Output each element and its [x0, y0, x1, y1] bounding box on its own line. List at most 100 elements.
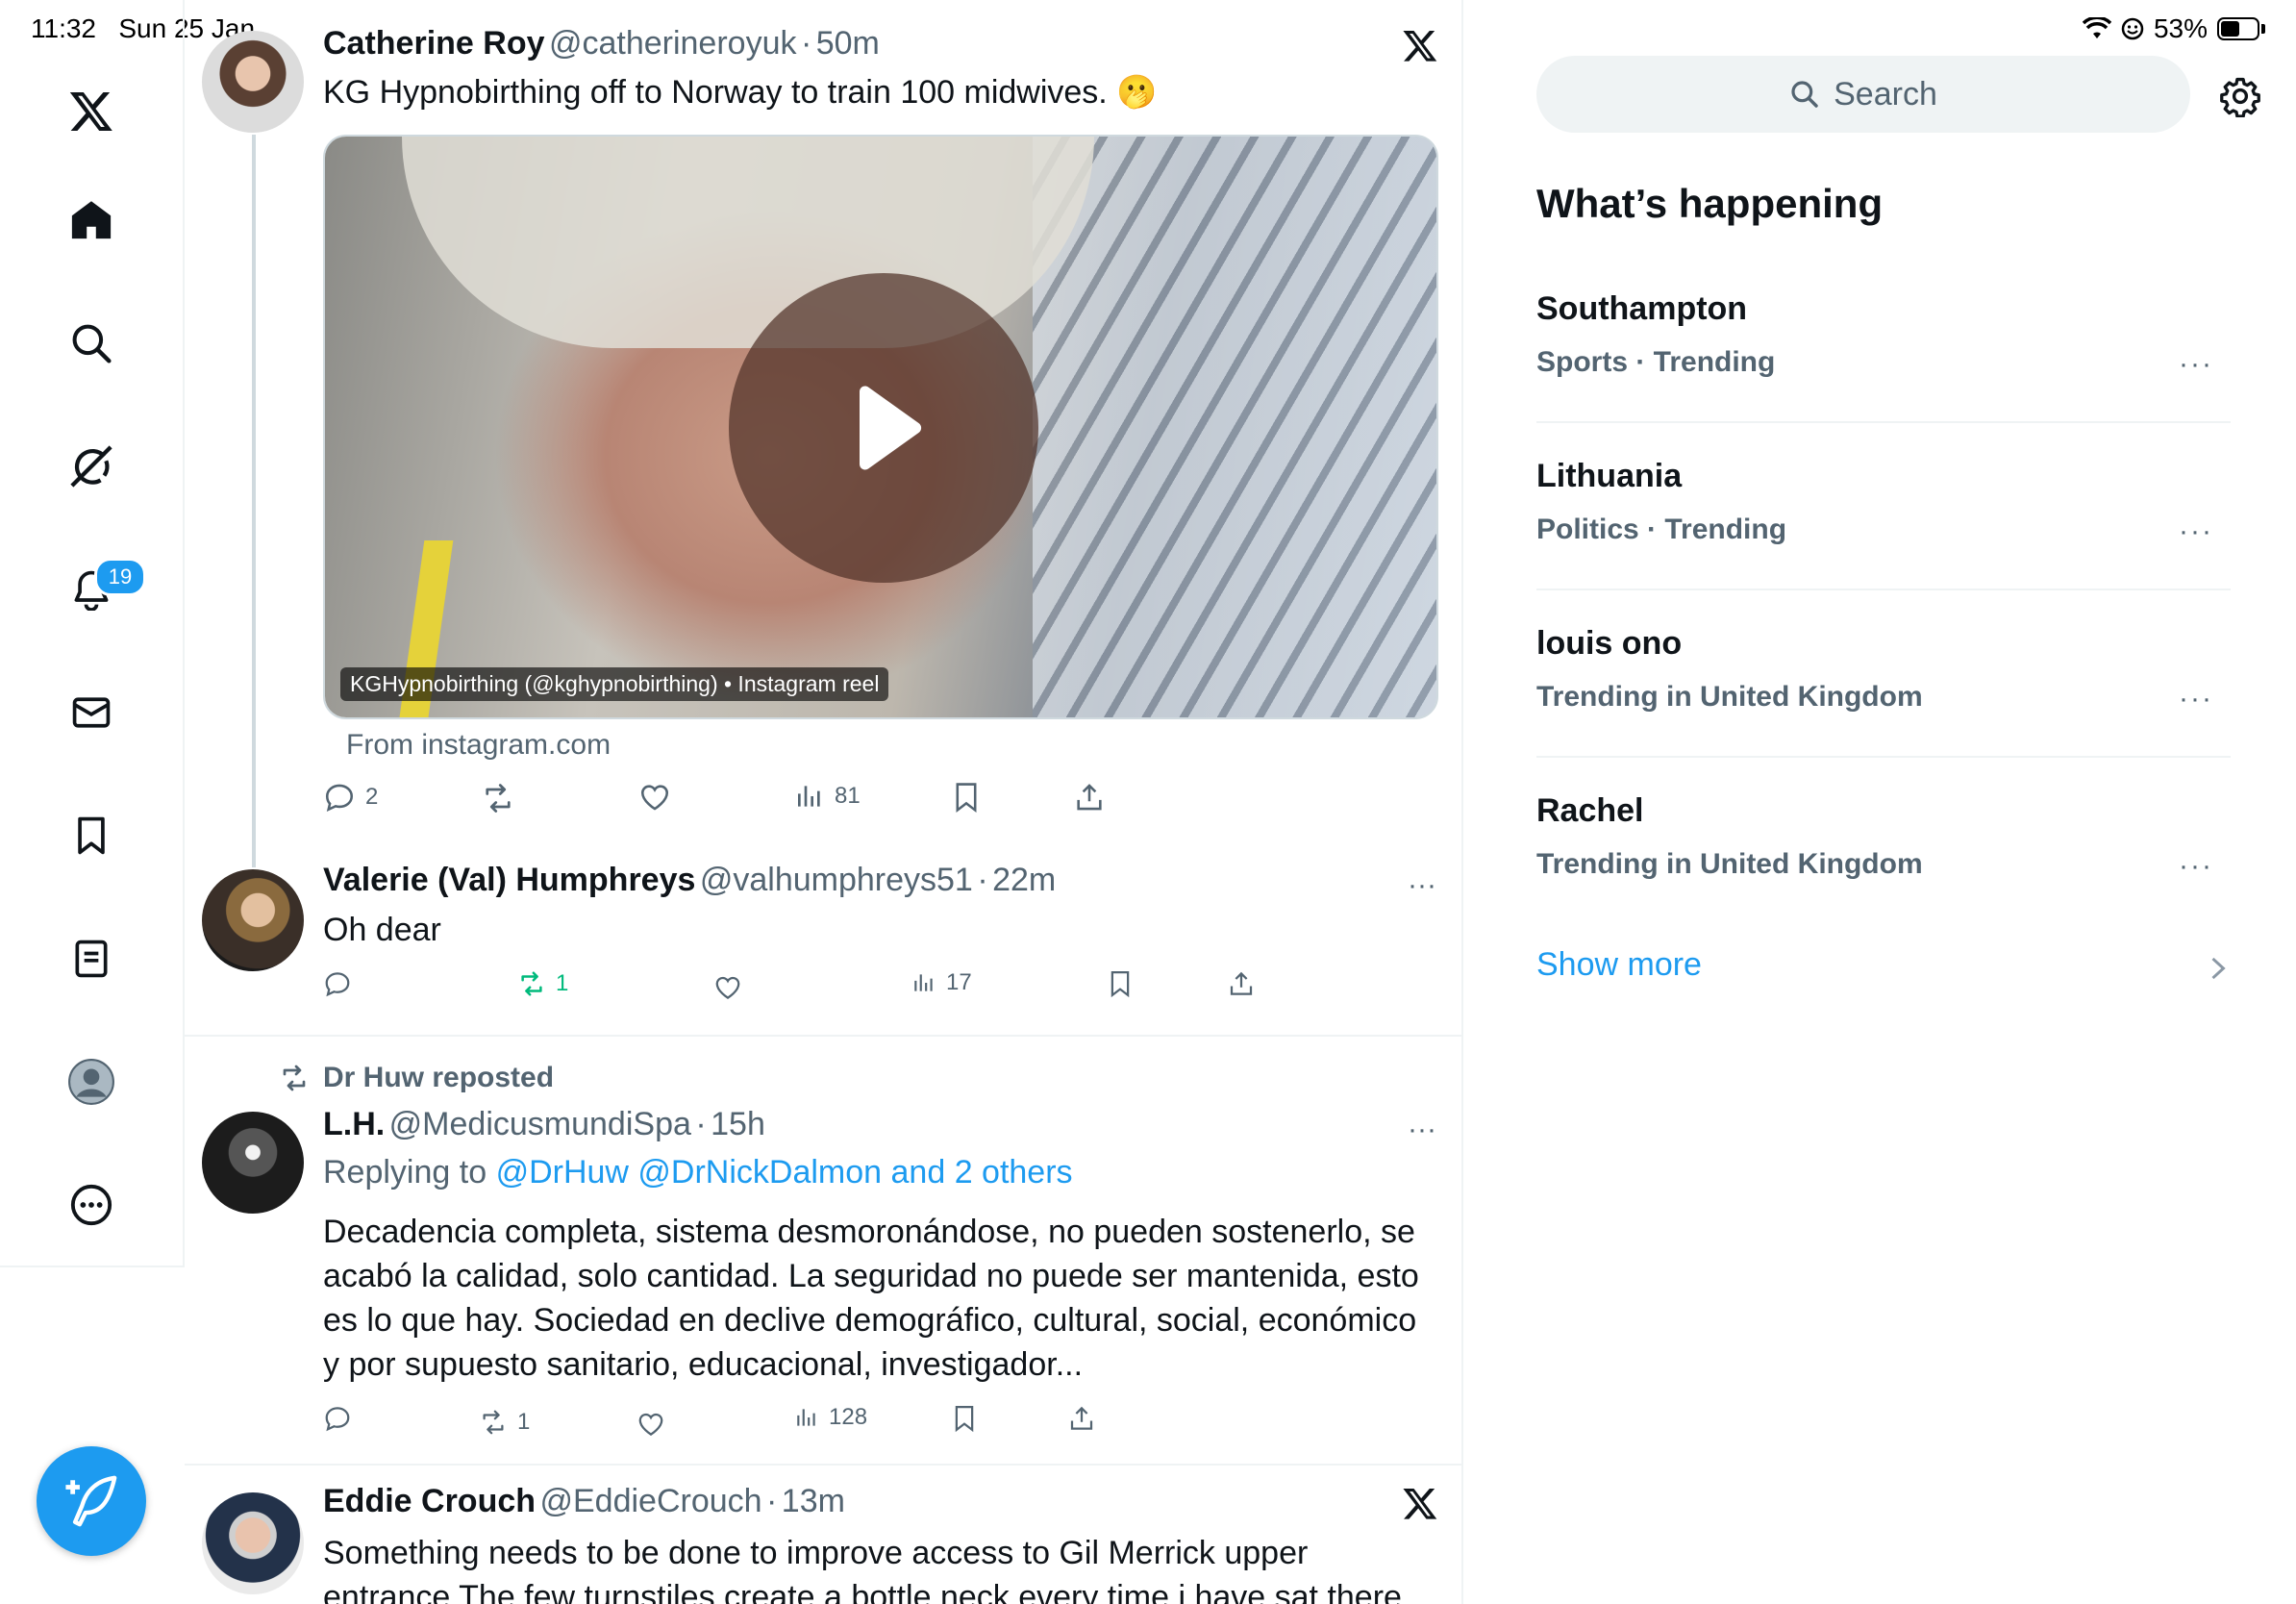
x-logo-icon[interactable]: [60, 79, 123, 142]
trend-context: Sports · Trending: [1536, 346, 1776, 378]
author-handle[interactable]: @EddieCrouch: [539, 1483, 761, 1519]
tweet-text: Decadencia completa, sistema desmoronánd…: [323, 1210, 1438, 1387]
tweet-header: Valerie (Val) Humphreys @valhumphreys51 …: [323, 862, 1056, 899]
search-icon[interactable]: [60, 312, 123, 375]
like-button[interactable]: [713, 973, 742, 1002]
reply-icon: [323, 969, 352, 998]
home-icon[interactable]: [60, 188, 123, 252]
more-options-icon[interactable]: ···: [2179, 515, 2213, 548]
heart-icon: [638, 781, 671, 814]
timestamp[interactable]: 13m: [782, 1483, 845, 1519]
reply-icon: [323, 1404, 352, 1433]
trend-item[interactable]: Southampton Sports · Trending ···: [1536, 256, 2231, 423]
repost-icon: [517, 969, 546, 998]
views-button[interactable]: 17: [911, 969, 972, 996]
like-button[interactable]: [636, 1410, 665, 1439]
trend-context: Politics · Trending: [1536, 514, 1787, 545]
author-handle[interactable]: @valhumphreys51: [700, 862, 973, 898]
repost-button[interactable]: 1: [479, 1408, 530, 1437]
grok-icon[interactable]: [60, 435, 123, 498]
video-card[interactable]: KGHypnobirthing (@kghypnobirthing) • Ins…: [323, 135, 1438, 719]
reply-button[interactable]: 2: [323, 781, 378, 814]
share-button[interactable]: [1227, 969, 1256, 998]
views-button[interactable]: 81: [794, 781, 861, 812]
bookmark-button[interactable]: [1106, 969, 1135, 998]
more-icon[interactable]: [60, 1173, 123, 1237]
avatar[interactable]: [202, 869, 304, 971]
x-logo-icon[interactable]: [1402, 27, 1438, 63]
trend-item[interactable]: Rachel Trending in United Kingdom ···: [1536, 758, 2231, 925]
play-button[interactable]: [729, 273, 1038, 583]
analytics-icon: [911, 970, 936, 995]
share-icon: [1073, 781, 1106, 814]
more-options-icon[interactable]: ···: [1408, 1114, 1436, 1146]
view-count: 81: [835, 783, 861, 809]
compose-button[interactable]: [37, 1446, 146, 1556]
battery-level: [2221, 21, 2239, 37]
author-name[interactable]: L.H.: [323, 1106, 385, 1142]
tweet-header: L.H. @MedicusmundiSpa · 15h: [323, 1106, 765, 1143]
bookmarks-icon[interactable]: [60, 804, 123, 867]
search-bar[interactable]: Search: [1536, 56, 2190, 133]
chevron-right-icon[interactable]: [2208, 956, 2229, 981]
trend-item[interactable]: louis ono Trending in United Kingdom ···: [1536, 590, 2231, 758]
video-source-label: KGHypnobirthing (@kghypnobirthing) • Ins…: [340, 667, 889, 701]
separator-dot: ·: [695, 1106, 707, 1142]
bookmark-icon: [1106, 969, 1135, 998]
lists-icon[interactable]: [60, 927, 123, 990]
reply-button[interactable]: [323, 969, 352, 998]
more-options-icon[interactable]: ···: [2179, 348, 2213, 381]
analytics-icon: [794, 1405, 819, 1430]
compose-icon: [63, 1473, 119, 1529]
views-button[interactable]: 128: [794, 1404, 867, 1431]
author-name[interactable]: Catherine Roy: [323, 25, 545, 62]
play-icon: [826, 370, 941, 486]
share-icon: [1227, 969, 1256, 998]
show-more-link[interactable]: Show more: [1536, 946, 1702, 984]
repost-icon: [279, 1063, 310, 1093]
share-icon: [1067, 1404, 1096, 1433]
author-handle[interactable]: @MedicusmundiSpa: [389, 1106, 691, 1142]
tweet-header: Eddie Crouch @EddieCrouch · 13m: [323, 1483, 845, 1520]
search-icon: [1789, 79, 1820, 110]
bookmark-button[interactable]: [950, 781, 983, 814]
avatar[interactable]: [202, 31, 304, 133]
avatar[interactable]: [202, 1492, 304, 1594]
more-options-icon[interactable]: ···: [2179, 683, 2213, 715]
timestamp[interactable]: 22m: [992, 862, 1056, 898]
battery-percent: 53%: [2153, 13, 2208, 43]
profile-icon[interactable]: [60, 1050, 123, 1114]
bookmark-button[interactable]: [950, 1404, 979, 1433]
share-button[interactable]: [1067, 1404, 1096, 1433]
tweet-text-line: y por supuesto sanitario, educacional, i…: [323, 1346, 1084, 1383]
timestamp[interactable]: 15h: [711, 1106, 765, 1142]
author-name[interactable]: Eddie Crouch: [323, 1483, 536, 1519]
trend-item[interactable]: Lithuania Politics · Trending ···: [1536, 423, 2231, 590]
view-count: 128: [829, 1404, 868, 1430]
repost-label[interactable]: Dr Huw reposted: [323, 1062, 554, 1094]
replying-targets[interactable]: @DrHuw @DrNickDalmon and 2 others: [496, 1154, 1073, 1190]
author-handle[interactable]: @catherineroyuk: [549, 25, 797, 62]
view-count: 17: [946, 969, 972, 995]
bookmark-icon: [950, 1404, 979, 1433]
timestamp[interactable]: 50m: [816, 25, 880, 62]
more-options-icon[interactable]: ···: [1408, 869, 1436, 902]
like-button[interactable]: [638, 781, 671, 814]
tweet-divider: [185, 1464, 1461, 1466]
video-background-structure: [1033, 137, 1436, 717]
bookmark-icon: [950, 781, 983, 814]
share-button[interactable]: [1073, 781, 1106, 814]
link-source[interactable]: From instagram.com: [346, 729, 611, 762]
repost-button[interactable]: [481, 781, 515, 815]
trend-context: Trending in United Kingdom: [1536, 848, 1923, 880]
messages-icon[interactable]: [60, 681, 123, 744]
avatar[interactable]: [202, 1112, 304, 1214]
more-options-icon[interactable]: ···: [2179, 850, 2213, 883]
repost-button[interactable]: 1: [517, 969, 568, 998]
x-logo-icon[interactable]: [1402, 1485, 1438, 1521]
status-indicators: 53%: [2082, 13, 2265, 44]
reply-button[interactable]: [323, 1404, 352, 1433]
author-name[interactable]: Valerie (Val) Humphreys: [323, 862, 695, 898]
reply-icon: [323, 781, 356, 814]
gear-icon[interactable]: [2219, 75, 2261, 117]
